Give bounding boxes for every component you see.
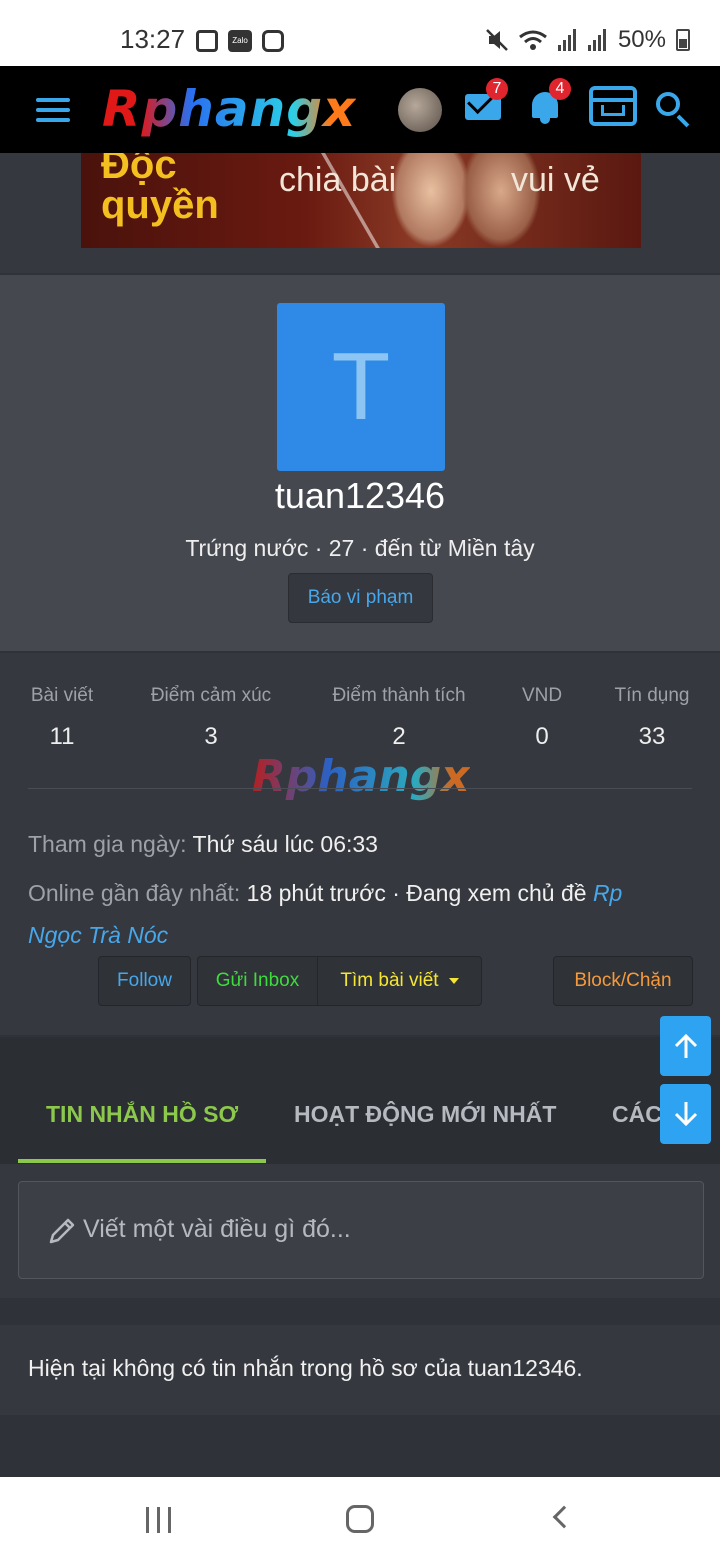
battery-percent: 50% bbox=[617, 26, 666, 53]
menu-icon[interactable] bbox=[36, 98, 70, 128]
profile-avatar[interactable]: T bbox=[277, 303, 445, 471]
stat-value: 0 bbox=[535, 723, 549, 750]
arrow-down-icon bbox=[674, 1102, 698, 1127]
stat-value: 33 bbox=[638, 723, 666, 750]
scroll-bottom-button[interactable] bbox=[660, 1084, 711, 1144]
follow-button[interactable]: Follow bbox=[98, 956, 191, 1006]
viewing-thread-link[interactable]: Rp bbox=[593, 880, 622, 906]
tab-profile-posts[interactable]: TIN NHẮN HỒ SƠ bbox=[46, 1101, 238, 1128]
stat-posts[interactable]: Bài viết 11 bbox=[28, 685, 96, 751]
recent-apps-icon[interactable] bbox=[146, 1507, 174, 1533]
stat-value: 11 bbox=[49, 723, 75, 750]
find-posts-button[interactable]: Tìm bài viết bbox=[317, 956, 482, 1006]
compose-area: Viết một vài điều gì đó... bbox=[0, 1164, 720, 1298]
stat-value: 3 bbox=[204, 723, 218, 750]
wifi-icon bbox=[519, 30, 547, 50]
profile-user-title: Trứng nước · 27 · đến từ Miền tây bbox=[185, 535, 535, 561]
scroll-top-button[interactable] bbox=[660, 1016, 711, 1076]
compose-placeholder: Viết một vài điều gì đó... bbox=[83, 1215, 351, 1243]
banner-text-4: vui vẻ bbox=[511, 161, 600, 199]
profile-post-input[interactable]: Viết một vài điều gì đó... bbox=[18, 1181, 704, 1279]
joined-row: Tham gia ngày: Thứ sáu lúc 06:33 bbox=[28, 831, 378, 858]
divider bbox=[28, 788, 692, 789]
mute-icon bbox=[486, 29, 508, 51]
user-avatar[interactable] bbox=[398, 88, 442, 132]
active-tab-indicator bbox=[18, 1159, 266, 1163]
ad-banner[interactable]: Độc quyền chia bài vui vẻ bbox=[81, 153, 641, 248]
profile-stats: Bài viết 11 Điểm cảm xúc 3 Điểm thành tí… bbox=[0, 653, 720, 1035]
stat-label: Tín dụng bbox=[614, 685, 690, 706]
banner-area: Độc quyền chia bài vui vẻ bbox=[0, 153, 720, 273]
pencil-icon bbox=[49, 1218, 75, 1244]
stat-value: 2 bbox=[392, 723, 406, 750]
banner-text-3: chia bài bbox=[279, 161, 397, 199]
report-button[interactable]: Báo vi phạm bbox=[288, 573, 433, 623]
stat-achievements[interactable]: Điểm thành tích 2 bbox=[326, 685, 472, 751]
find-posts-label: Tìm bài viết bbox=[340, 970, 439, 991]
signal-icon-1 bbox=[557, 29, 578, 51]
send-inbox-button[interactable]: Gửi Inbox bbox=[197, 956, 318, 1006]
site-logo[interactable]: Rphangx bbox=[102, 80, 356, 138]
inbox-badge: 7 bbox=[486, 78, 508, 100]
stat-label: Điểm thành tích bbox=[332, 685, 466, 706]
status-time: 13:27 bbox=[120, 24, 186, 54]
profile-header: T tuan12346 Trứng nước · 27 · đến từ Miề… bbox=[0, 275, 720, 651]
stat-credit[interactable]: Tín dụng 33 bbox=[612, 685, 692, 751]
banner-text-2: quyền bbox=[101, 183, 219, 227]
status-indicators: 50% bbox=[486, 26, 690, 54]
stat-label: Điểm cảm xúc bbox=[150, 685, 272, 706]
chevron-down-icon bbox=[448, 977, 459, 984]
last-seen-value: 18 phút trước · Đang xem chủ đề bbox=[246, 880, 587, 906]
profile-tabs: TIN NHẮN HỒ SƠ HOẠT ĐỘNG MỚI NHẤT CÁC bbox=[0, 1037, 720, 1164]
profile-username: tuan12346 bbox=[274, 475, 446, 516]
stat-label: VND bbox=[521, 685, 563, 706]
joined-value: Thứ sáu lúc 06:33 bbox=[192, 831, 378, 857]
home-icon[interactable] bbox=[346, 1505, 374, 1533]
battery-icon bbox=[676, 29, 690, 51]
gallery-icon bbox=[196, 30, 218, 52]
empty-messages: Hiện tại không có tin nhắn trong hồ sơ c… bbox=[0, 1325, 720, 1415]
last-seen-row-cont: Ngọc Trà Nóc bbox=[28, 922, 168, 949]
tab-more[interactable]: CÁC bbox=[612, 1101, 662, 1128]
zalo-icon: Zalo bbox=[228, 30, 252, 52]
alerts-badge: 4 bbox=[549, 78, 571, 100]
tab-latest-activity[interactable]: HOẠT ĐỘNG MỚI NHẤT bbox=[294, 1101, 556, 1128]
store-icon[interactable] bbox=[589, 86, 637, 126]
stat-reactions[interactable]: Điểm cảm xúc 3 bbox=[144, 685, 278, 751]
viewing-thread-link-cont[interactable]: Ngọc Trà Nóc bbox=[28, 922, 168, 948]
signal-icon-2 bbox=[587, 29, 608, 51]
banner-figure-1 bbox=[391, 153, 471, 248]
block-button[interactable]: Block/Chặn bbox=[553, 956, 693, 1006]
last-seen-label: Online gần đây nhất: bbox=[28, 880, 241, 906]
joined-label: Tham gia ngày: bbox=[28, 831, 187, 857]
system-nav-bar bbox=[0, 1477, 720, 1560]
watermark-logo: Rphangx bbox=[252, 751, 470, 802]
search-icon[interactable] bbox=[656, 92, 680, 116]
status-bar: 13:27 Zalo 50% bbox=[0, 0, 720, 66]
back-icon[interactable] bbox=[552, 1505, 576, 1529]
stat-label: Bài viết bbox=[30, 685, 94, 706]
arrow-up-icon bbox=[674, 1033, 698, 1058]
clock-icon bbox=[262, 30, 284, 52]
empty-messages-text: Hiện tại không có tin nhắn trong hồ sơ c… bbox=[28, 1355, 583, 1381]
stat-vnd[interactable]: VND 0 bbox=[520, 685, 564, 751]
last-seen-row: Online gần đây nhất: 18 phút trước · Đan… bbox=[28, 880, 622, 907]
